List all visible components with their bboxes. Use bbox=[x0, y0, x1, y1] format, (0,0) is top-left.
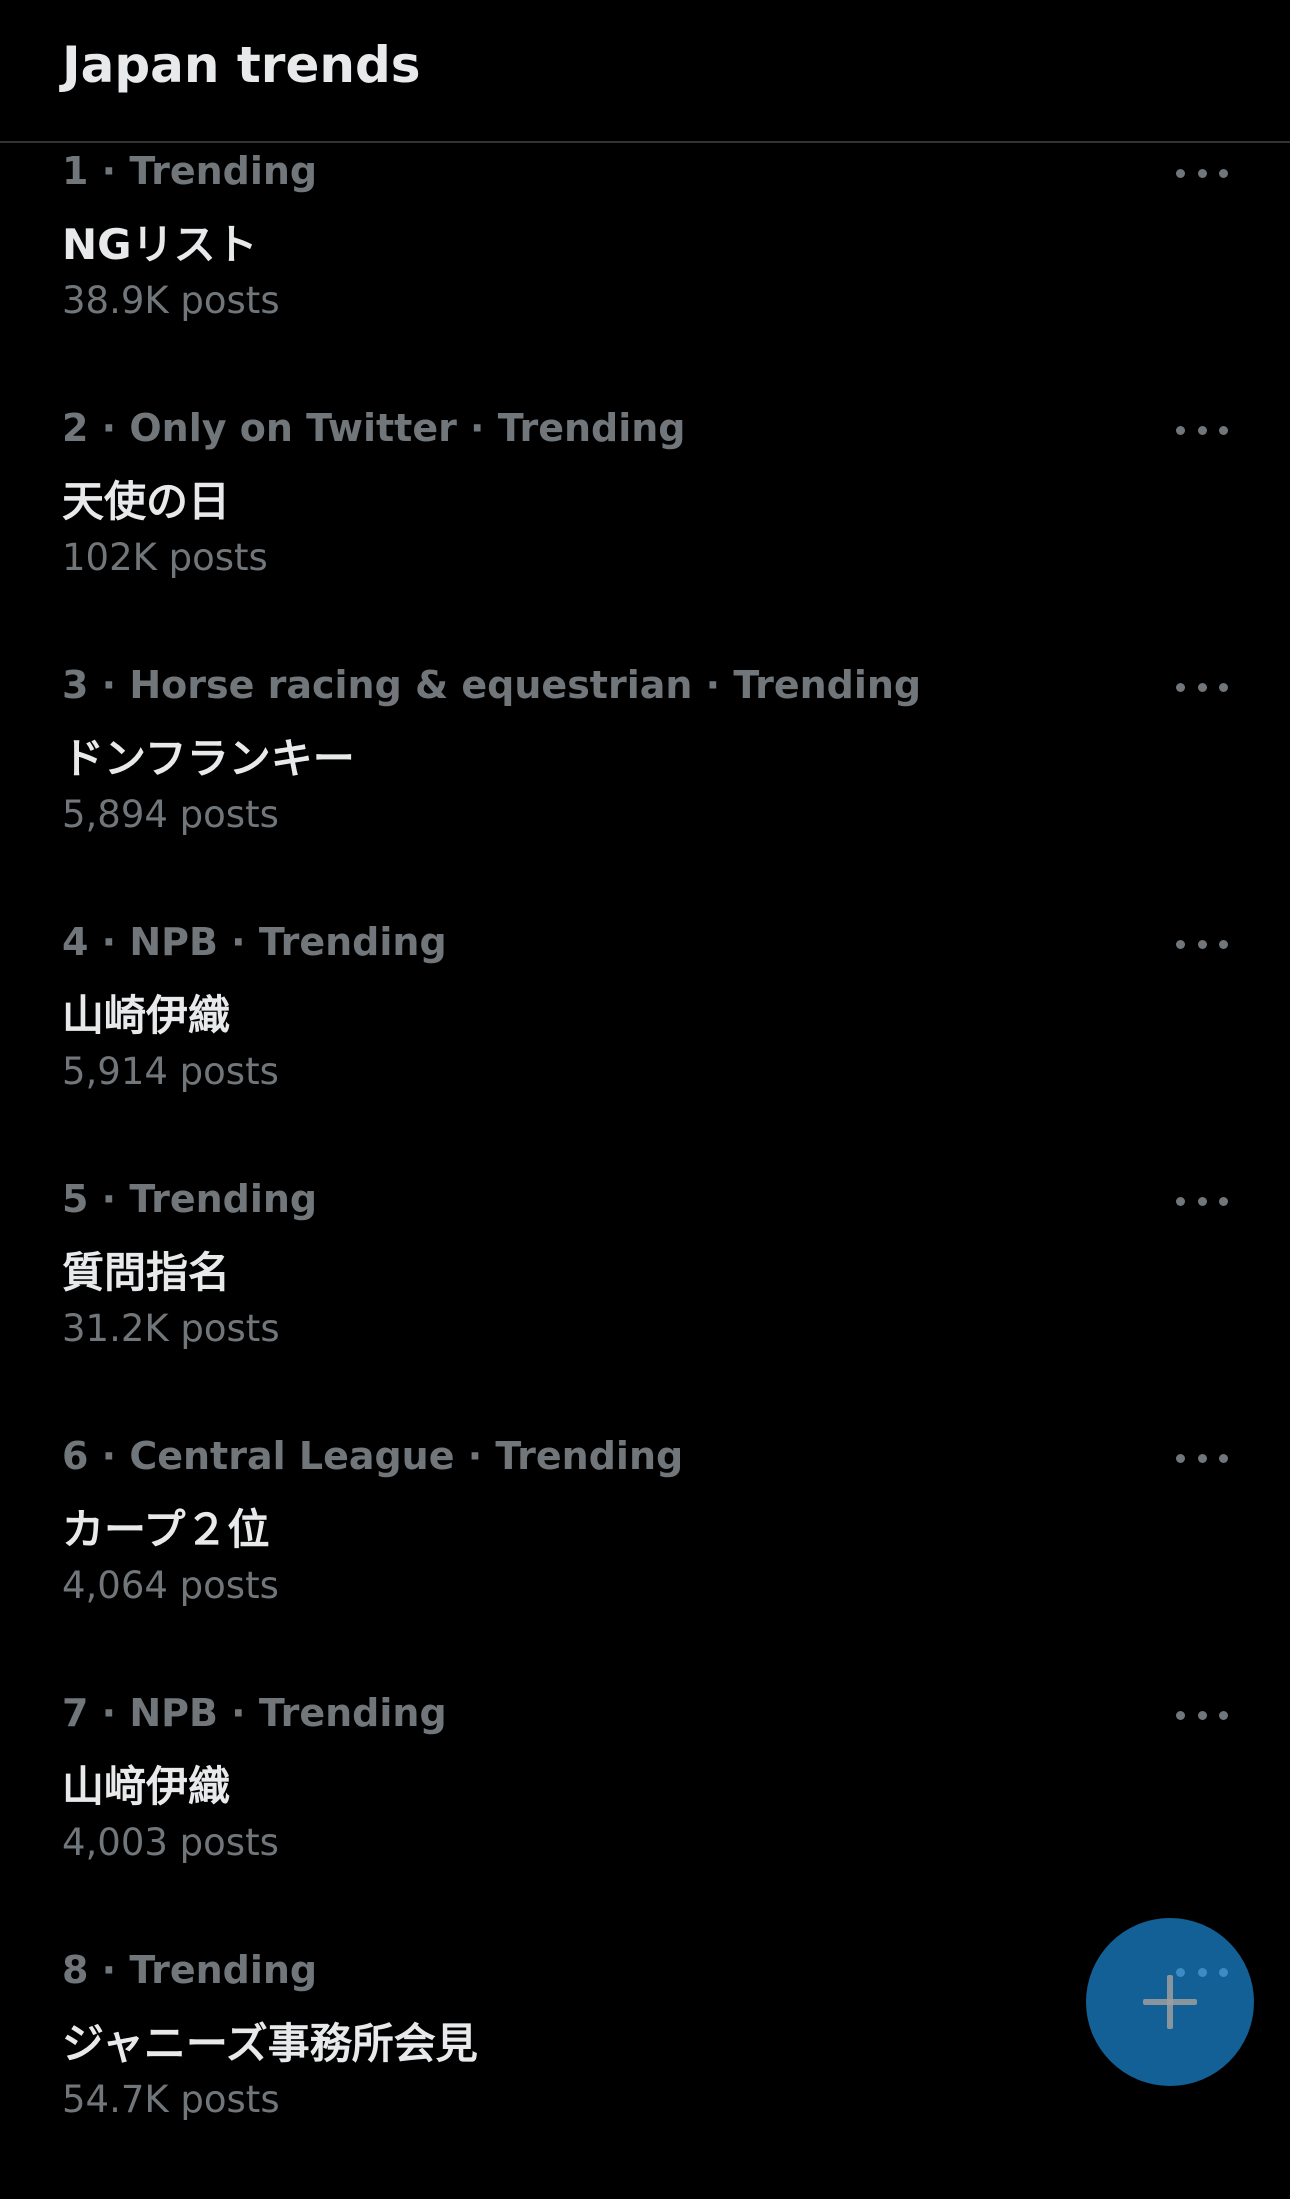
trend-meta: 5 · Trending bbox=[62, 1177, 318, 1221]
compose-button[interactable] bbox=[1086, 1918, 1254, 2086]
trend-post-count: 5,894 posts bbox=[62, 793, 279, 836]
trend-meta: 1 · Trending bbox=[62, 149, 318, 193]
page-header: Japan trends bbox=[0, 0, 1290, 143]
more-options-icon[interactable] bbox=[1176, 161, 1228, 185]
trend-item[interactable]: 5 · Trending 質問指名 31.2K posts bbox=[0, 1171, 1290, 1428]
trend-name: 天使の日 bbox=[62, 477, 231, 526]
trend-item[interactable]: 3 · Horse racing & equestrian · Trending… bbox=[0, 657, 1290, 914]
trend-post-count: 5,914 posts bbox=[62, 1050, 279, 1093]
trend-post-count: 54.7K posts bbox=[62, 2078, 280, 2121]
trend-meta: 6 · Central League · Trending bbox=[62, 1434, 684, 1478]
trend-meta: 7 · NPB · Trending bbox=[62, 1691, 447, 1735]
trend-post-count: 102K posts bbox=[62, 536, 268, 579]
trend-name: ドンフランキー bbox=[62, 734, 355, 783]
trend-item[interactable]: 1 · Trending NGリスト 38.9K posts bbox=[0, 143, 1290, 400]
trend-name: NGリスト bbox=[62, 220, 258, 269]
more-options-icon[interactable] bbox=[1176, 675, 1228, 699]
trend-name: ジャニーズ事務所会見 bbox=[62, 2019, 478, 2068]
trend-meta: 3 · Horse racing & equestrian · Trending bbox=[62, 663, 922, 707]
trend-post-count: 4,064 posts bbox=[62, 1564, 279, 1607]
trend-name: 山崎伊織 bbox=[62, 991, 231, 1040]
trend-item[interactable]: 2 · Only on Twitter · Trending 天使の日 102K… bbox=[0, 400, 1290, 657]
trend-post-count: 4,003 posts bbox=[62, 1821, 279, 1864]
trend-meta: 8 · Trending bbox=[62, 1948, 318, 1992]
page-title: Japan trends bbox=[62, 36, 421, 94]
trend-item[interactable]: 6 · Central League · Trending カープ２位 4,06… bbox=[0, 1428, 1290, 1685]
trend-post-count: 38.9K posts bbox=[62, 279, 280, 322]
more-options-icon[interactable] bbox=[1176, 418, 1228, 442]
more-options-icon[interactable] bbox=[1176, 932, 1228, 956]
more-options-icon[interactable] bbox=[1176, 1446, 1228, 1470]
trend-post-count: 31.2K posts bbox=[62, 1307, 280, 1350]
trend-item[interactable]: 4 · NPB · Trending 山崎伊織 5,914 posts bbox=[0, 914, 1290, 1171]
plus-icon bbox=[1143, 1975, 1197, 2029]
trend-meta: 4 · NPB · Trending bbox=[62, 920, 447, 964]
trend-name: 質問指名 bbox=[62, 1248, 231, 1297]
more-options-icon[interactable] bbox=[1176, 1189, 1228, 1213]
trend-item[interactable]: 7 · NPB · Trending 山﨑伊織 4,003 posts bbox=[0, 1685, 1290, 1942]
trend-meta: 2 · Only on Twitter · Trending bbox=[62, 406, 686, 450]
trend-name: カープ２位 bbox=[62, 1505, 270, 1554]
trend-name: 山﨑伊織 bbox=[62, 1762, 231, 1811]
more-options-icon[interactable] bbox=[1176, 1703, 1228, 1727]
